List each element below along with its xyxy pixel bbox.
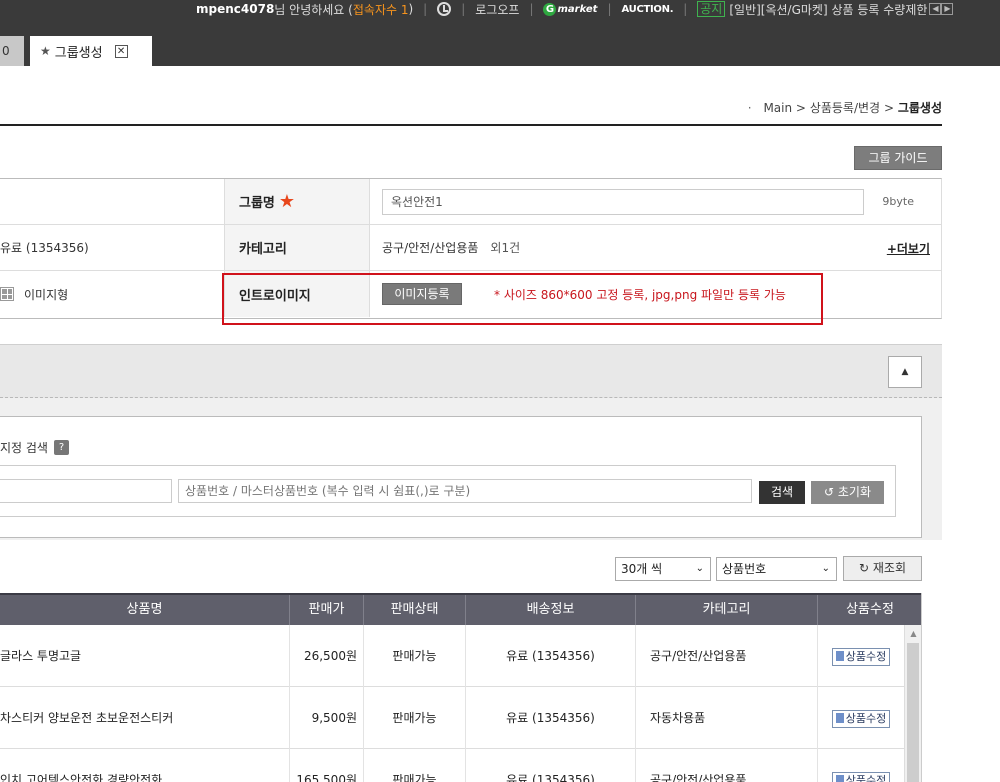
grid-view-icon bbox=[0, 287, 14, 301]
highlight-annotation bbox=[222, 273, 823, 325]
group-name-input[interactable] bbox=[382, 188, 864, 215]
edit-product-button[interactable]: 상품수정 bbox=[831, 771, 891, 782]
notice-prev-icon[interactable]: ◀ bbox=[929, 3, 942, 15]
collapse-toggle-button[interactable]: ▲ bbox=[888, 356, 922, 388]
group-guide-button[interactable]: 그룹 가이드 bbox=[854, 146, 942, 170]
document-icon bbox=[835, 650, 844, 661]
user-id: mpenc4078 bbox=[196, 2, 275, 16]
page-size-select[interactable]: 30개 씩 ⌄ bbox=[615, 557, 711, 581]
required-star-icon: ★ bbox=[278, 191, 296, 212]
logout-link[interactable]: 로그오프 bbox=[475, 1, 519, 18]
refresh-button[interactable]: ↻ 재조회 bbox=[843, 556, 922, 581]
left-view-type[interactable]: 이미지형 bbox=[0, 271, 224, 317]
table-row[interactable]: 글라스 투명고글 26,500원 판매가능 유료 (1354356) 공구/안전… bbox=[0, 625, 904, 687]
refresh-icon: ↻ bbox=[858, 561, 870, 575]
designated-search-label: 지정 검색 ? bbox=[0, 439, 69, 456]
notice-next-icon[interactable]: ▶ bbox=[941, 3, 954, 15]
product-number-input[interactable] bbox=[178, 479, 752, 503]
close-icon[interactable]: ✕ bbox=[114, 44, 128, 58]
breadcrumb-current: 그룹생성 bbox=[897, 101, 942, 115]
category-value: 공구/안전/산업용품 bbox=[382, 241, 479, 255]
greeting-text: 님 안녕하세요 ( bbox=[274, 2, 353, 17]
byte-count: 9byte bbox=[882, 195, 914, 208]
scroll-thumb[interactable] bbox=[907, 643, 919, 782]
search-type-field[interactable] bbox=[0, 479, 172, 503]
table-row[interactable]: 차스티커 양보운전 초보운전스티커 9,500원 판매가능 유료 (135435… bbox=[0, 687, 904, 749]
tab-group-create[interactable]: ★ 그룹생성 ✕ bbox=[30, 36, 152, 66]
gmarket-logo[interactable]: Gmarket bbox=[543, 2, 597, 16]
title-divider bbox=[0, 124, 942, 126]
search-panel-header: ▲ bbox=[0, 344, 942, 398]
greeting-close: ) bbox=[408, 2, 414, 16]
grid-header: 상품명 판매가 판매상태 배송정보 카테고리 상품수정 bbox=[0, 593, 921, 625]
user-info-bar: mpenc4078 님 안녕하세요 ( 접속자수 1 ) | | 로그오프 | … bbox=[196, 0, 954, 18]
group-name-label: 그룹명 ★ bbox=[224, 179, 370, 224]
notice-scroll-buttons: ◀ ▶ bbox=[929, 3, 954, 15]
chevron-down-icon: ⌄ bbox=[695, 563, 704, 574]
document-icon bbox=[835, 774, 844, 782]
header-edit[interactable]: 상품수정 bbox=[818, 595, 921, 625]
header-price[interactable]: 판매가 bbox=[290, 595, 364, 625]
chevron-down-icon: ⌄ bbox=[821, 563, 830, 574]
top-header: mpenc4078 님 안녕하세요 ( 접속자수 1 ) | | 로그오프 | … bbox=[0, 0, 1000, 66]
auction-logo[interactable]: AUCTION. bbox=[622, 4, 674, 15]
left-shipping-info: 유료 (1354356) bbox=[0, 241, 89, 255]
star-icon: ★ bbox=[40, 44, 51, 58]
view-type-label: 이미지형 bbox=[24, 287, 69, 302]
breadcrumb: · Main > 상품등록/변경 > 그룹생성 bbox=[747, 101, 942, 115]
header-shipping[interactable]: 배송정보 bbox=[466, 595, 636, 625]
reset-icon: ↺ bbox=[823, 485, 835, 499]
edit-product-button[interactable]: 상품수정 bbox=[831, 709, 891, 728]
grid-scrollbar[interactable]: ▲ bbox=[904, 625, 921, 782]
category-count: 외1건 bbox=[490, 241, 521, 255]
category-row: 유료 (1354356) 카테고리 공구/안전/산업용품 외1건 +더보기 bbox=[0, 225, 942, 271]
search-input-row: 검색 ↺ 초기화 bbox=[0, 465, 896, 517]
header-status[interactable]: 판매상태 bbox=[364, 595, 466, 625]
reset-button[interactable]: ↺ 초기화 bbox=[811, 481, 884, 504]
header-product-name[interactable]: 상품명 bbox=[0, 595, 290, 625]
tab-previous[interactable]: 0 bbox=[0, 36, 24, 66]
scroll-up-icon[interactable]: ▲ bbox=[905, 625, 921, 642]
clock-icon[interactable] bbox=[437, 2, 452, 16]
document-icon bbox=[835, 712, 844, 723]
connected-count[interactable]: 접속자수 1 bbox=[353, 1, 409, 18]
more-link[interactable]: +더보기 bbox=[887, 240, 930, 257]
breadcrumb-section[interactable]: 상품등록/변경 bbox=[810, 101, 880, 115]
search-button[interactable]: 검색 bbox=[759, 481, 805, 504]
breadcrumb-home[interactable]: Main bbox=[763, 101, 792, 115]
sort-select[interactable]: 상품번호 ⌄ bbox=[716, 557, 837, 581]
search-box: 지정 검색 ? 검색 ↺ 초기화 bbox=[0, 416, 922, 538]
group-name-row: 그룹명 ★ 9byte bbox=[0, 179, 942, 225]
category-label: 카테고리 bbox=[224, 225, 370, 270]
header-category[interactable]: 카테고리 bbox=[636, 595, 818, 625]
tab-label: 그룹생성 bbox=[54, 45, 103, 61]
table-row[interactable]: 인치 고어텍스안전화 경량안전화 165,500원 판매가능 유료 (13543… bbox=[0, 749, 904, 782]
notice-badge: 공지 bbox=[697, 1, 726, 17]
help-icon[interactable]: ? bbox=[53, 440, 69, 455]
edit-product-button[interactable]: 상품수정 bbox=[831, 647, 891, 666]
product-grid: 상품명 판매가 판매상태 배송정보 카테고리 상품수정 글라스 투명고글 26,… bbox=[0, 593, 922, 782]
notice-text[interactable]: [일반][옥션/G마켓] 상품 등록 수량제한 bbox=[729, 1, 927, 18]
search-area: 지정 검색 ? 검색 ↺ 초기화 bbox=[0, 398, 942, 540]
